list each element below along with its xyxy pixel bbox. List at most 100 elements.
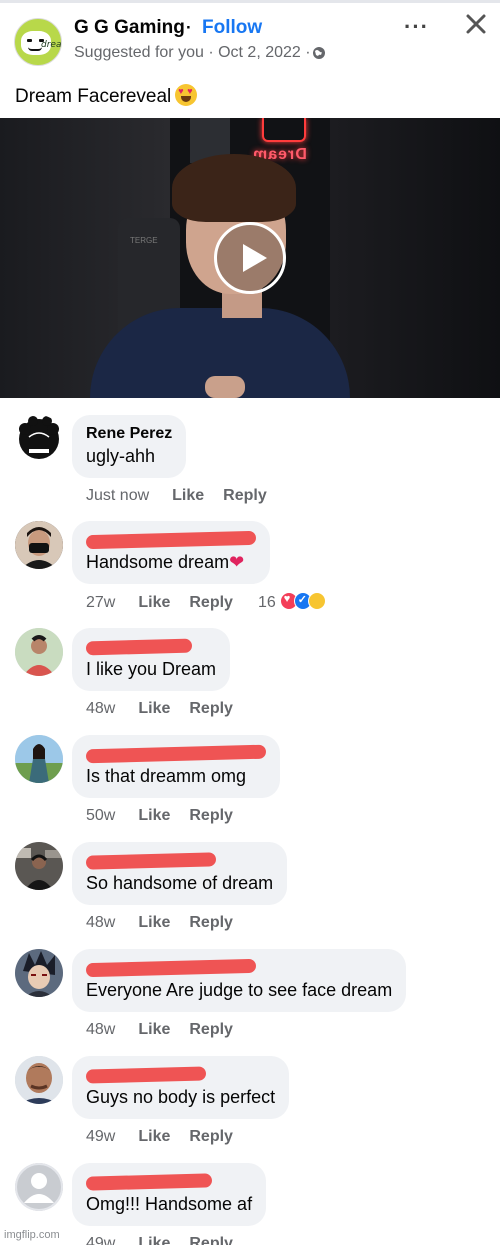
post-caption: Dream Facereveal bbox=[15, 84, 198, 108]
comment-time: 27w bbox=[86, 594, 116, 611]
reply-button[interactable]: Reply bbox=[223, 487, 267, 505]
chair-label: TERGE bbox=[130, 236, 158, 245]
like-button[interactable]: Like bbox=[138, 914, 170, 932]
heart-eyes-emoji-icon bbox=[175, 84, 198, 106]
comment-time: 48w bbox=[86, 914, 116, 931]
redacted-commenter-name bbox=[85, 638, 193, 656]
like-button[interactable]: Like bbox=[172, 487, 204, 505]
post-header: dream G G Gaming · Follow Suggested for … bbox=[0, 0, 500, 75]
post-caption-text: Dream Facereveal bbox=[15, 86, 172, 107]
person-red-shirt-avatar-icon bbox=[15, 628, 63, 676]
imgflip-watermark: imgflip.com bbox=[4, 1229, 60, 1241]
comment-time: 48w bbox=[86, 700, 116, 717]
person-dark-room-avatar-icon bbox=[15, 842, 63, 890]
commenter-avatar[interactable] bbox=[15, 1056, 63, 1104]
reply-button[interactable]: Reply bbox=[189, 1021, 233, 1039]
redacted-commenter-name bbox=[85, 958, 257, 978]
comment-bubble: Handsome dream❤ bbox=[72, 521, 270, 584]
comment-time: 49w bbox=[86, 1235, 116, 1245]
avatar-mouth bbox=[28, 47, 42, 51]
comment-text: I like you Dream bbox=[86, 659, 217, 679]
commenter-avatar[interactable] bbox=[15, 628, 63, 676]
comment: Handsome dream❤ 27w Like Reply 16 ♥ ✓ bbox=[0, 521, 500, 628]
comment: Guys no body is perfect 49w Like Reply bbox=[0, 1056, 500, 1163]
commenter-avatar[interactable] bbox=[15, 1163, 63, 1211]
post-subtitle: Suggested for you · Oct 2, 2022 · bbox=[74, 44, 311, 61]
play-button-icon[interactable] bbox=[214, 222, 286, 294]
commenter-avatar[interactable] bbox=[15, 415, 63, 463]
comment: So handsome of dream 48w Like Reply bbox=[0, 842, 500, 949]
page-name[interactable]: G G Gaming bbox=[74, 17, 185, 39]
comment-actions: 49w Like Reply bbox=[86, 1235, 252, 1245]
comment: Everyone Are judge to see face dream 48w… bbox=[0, 949, 500, 1056]
comment-actions: 48w Like Reply bbox=[86, 1021, 252, 1039]
default-user-avatar-icon bbox=[15, 1163, 63, 1211]
anime-character-avatar-icon bbox=[15, 949, 63, 997]
person-hair bbox=[172, 154, 296, 222]
comment-actions: 50w Like Reply bbox=[86, 807, 252, 825]
commenter-avatar[interactable] bbox=[15, 735, 63, 783]
comment-time: 49w bbox=[86, 1128, 116, 1145]
video-player[interactable]: Dream TERGE bbox=[0, 118, 500, 398]
comment-time: Just now bbox=[86, 487, 150, 504]
comment-bubble: Is that dreamm omg bbox=[72, 735, 280, 798]
comment-text: Guys no body is perfect bbox=[86, 1087, 276, 1107]
video-background bbox=[330, 118, 500, 398]
comment-time: 50w bbox=[86, 807, 116, 824]
follow-button[interactable]: Follow bbox=[202, 17, 262, 39]
commenter-name[interactable]: Rene Perez bbox=[86, 424, 172, 444]
person-outdoor-avatar-icon bbox=[15, 735, 63, 783]
commenter-avatar[interactable] bbox=[15, 842, 63, 890]
redacted-commenter-name bbox=[85, 852, 217, 870]
more-options-button[interactable]: ··· bbox=[404, 14, 429, 40]
comment-bubble: Everyone Are judge to see face dream bbox=[72, 949, 407, 1012]
reply-button[interactable]: Reply bbox=[189, 914, 233, 932]
comment-actions: Just now Like Reply bbox=[86, 487, 286, 505]
like-button[interactable]: Like bbox=[138, 700, 170, 718]
reply-button[interactable]: Reply bbox=[189, 807, 233, 825]
man-portrait-avatar-icon bbox=[15, 1056, 63, 1104]
like-button[interactable]: Like bbox=[138, 1128, 170, 1146]
comment-bubble: I like you Dream bbox=[72, 628, 231, 691]
comment: Is that dreamm omg 50w Like Reply bbox=[0, 735, 500, 842]
close-icon[interactable] bbox=[464, 12, 488, 36]
page-avatar[interactable]: dream bbox=[14, 18, 62, 66]
neon-sign-frame bbox=[262, 118, 306, 142]
comment-text: ugly-ahh bbox=[86, 446, 156, 466]
reply-button[interactable]: Reply bbox=[189, 700, 233, 718]
redacted-commenter-name bbox=[85, 530, 257, 550]
avatar-eye bbox=[27, 39, 32, 42]
comment-text: Everyone Are judge to see face dream bbox=[86, 980, 393, 1000]
comment-bubble: Guys no body is perfect bbox=[72, 1056, 290, 1119]
masked-man-avatar-icon bbox=[15, 521, 63, 569]
redacted-commenter-name bbox=[85, 1066, 207, 1084]
comment-text: Omg!!! Handsome af bbox=[86, 1194, 253, 1214]
comment: Rene Perez ugly-ahh Just now Like Reply bbox=[0, 415, 500, 522]
reply-button[interactable]: Reply bbox=[189, 594, 233, 612]
comment-actions: 48w Like Reply bbox=[86, 914, 252, 932]
commenter-avatar[interactable] bbox=[15, 521, 63, 569]
commenter-avatar[interactable] bbox=[15, 949, 63, 997]
like-button[interactable]: Like bbox=[138, 594, 170, 612]
comment-text: So handsome of dream bbox=[86, 873, 274, 893]
comment-text: Handsome dream❤ bbox=[86, 550, 256, 574]
comment-bubble: So handsome of dream bbox=[72, 842, 288, 905]
reply-button[interactable]: Reply bbox=[189, 1235, 233, 1245]
like-button[interactable]: Like bbox=[138, 807, 170, 825]
reaction-count[interactable]: 16 bbox=[258, 594, 276, 612]
comment: Omg!!! Handsome af 49w Like Reply bbox=[0, 1163, 500, 1245]
comment-bubble: Rene Perez ugly-ahh bbox=[72, 415, 187, 478]
redacted-commenter-name bbox=[85, 1173, 213, 1191]
comment-bubble: Omg!!! Handsome af bbox=[72, 1163, 267, 1226]
comment-actions: 48w Like Reply bbox=[86, 700, 252, 718]
comment: I like you Dream 48w Like Reply bbox=[0, 628, 500, 735]
comment-actions: 27w Like Reply 16 ♥ ✓ bbox=[86, 592, 326, 612]
care-reaction-icon bbox=[307, 592, 326, 610]
name-separator: · bbox=[186, 18, 192, 37]
dark-creature-avatar-icon bbox=[19, 416, 59, 459]
reply-button[interactable]: Reply bbox=[189, 1128, 233, 1146]
like-button[interactable]: Like bbox=[138, 1021, 170, 1039]
comment-time: 48w bbox=[86, 1021, 116, 1038]
like-button[interactable]: Like bbox=[138, 1235, 170, 1245]
redacted-commenter-name bbox=[85, 744, 267, 764]
